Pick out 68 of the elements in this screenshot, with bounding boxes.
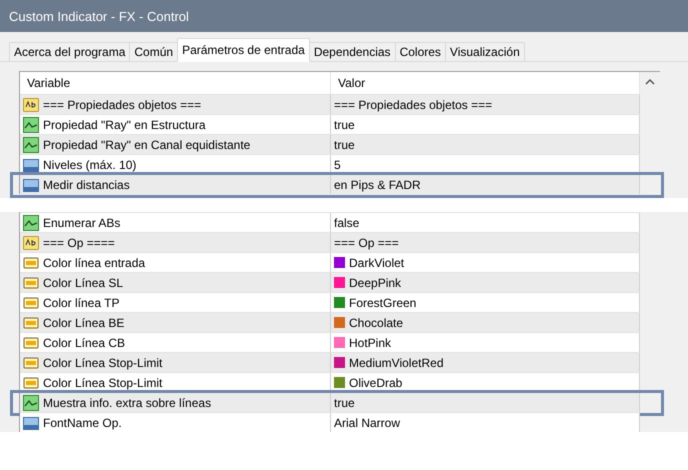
variable-name: Color Línea Stop-Limit (43, 376, 162, 390)
variable-name: Color Línea Stop-Limit (43, 356, 162, 370)
color-card-icon (23, 354, 39, 370)
value-text: === Propiedades objetos === (334, 98, 492, 112)
variable-name: Propiedad "Ray" en Canal equidistante (43, 138, 250, 152)
variable-name: Medir distancias (43, 178, 130, 192)
table-row[interactable]: Muestra info. extra sobre líneas true (20, 392, 640, 412)
variable-name: Color línea TP (43, 296, 120, 310)
value-text: false (334, 216, 360, 230)
table-row[interactable]: Enumerar ABs false (20, 212, 640, 232)
variable-name: Niveles (máx. 10) (43, 158, 136, 172)
variable-name: Color línea entrada (43, 256, 146, 270)
table-row[interactable]: Color Línea BE Chocolate (20, 312, 640, 332)
value-text: en Pips & FADR (334, 178, 421, 192)
value-text: MediumVioletRed (349, 356, 444, 370)
text-type-icon (23, 234, 39, 250)
table-row[interactable]: Propiedad "Ray" en Estructura true (20, 114, 640, 134)
number-type-icon (23, 176, 39, 192)
tab[interactable]: Acerca del programa (9, 42, 130, 62)
color-card-icon (23, 314, 39, 330)
line-chart-icon (23, 136, 39, 152)
table-row[interactable]: Color línea TP ForestGreen (20, 292, 640, 312)
value-text: DeepPink (349, 276, 402, 290)
table-row[interactable]: === Propiedades objetos === === Propiedades objetos === (20, 94, 640, 114)
value-text: Chocolate (349, 316, 404, 330)
value-text: 5 (334, 158, 341, 172)
color-card-icon (23, 254, 39, 270)
line-chart-icon (23, 214, 39, 230)
value-text: true (334, 138, 355, 152)
tab[interactable]: Visualización (444, 42, 525, 62)
line-chart-icon (23, 116, 39, 132)
variable-name: Muestra info. extra sobre líneas (43, 396, 212, 410)
table-row[interactable]: Color Línea Stop-Limit OliveDrab (20, 372, 640, 392)
variable-name: Enumerar ABs (43, 216, 120, 230)
value-text: HotPink (349, 336, 392, 350)
table-row[interactable]: Color Línea CB HotPink (20, 332, 640, 352)
value-text: OliveDrab (349, 376, 402, 390)
variable-name: Color Línea CB (43, 336, 126, 350)
table-row[interactable]: === Op ==== === Op === (20, 232, 640, 252)
table-row[interactable]: Color Línea SL DeepPink (20, 272, 640, 292)
number-type-icon (23, 156, 39, 172)
value-text: true (334, 396, 355, 410)
variable-name: Propiedad "Ray" en Estructura (43, 118, 206, 132)
text-type-icon (23, 96, 39, 112)
color-card-icon (23, 274, 39, 290)
table-row[interactable]: Color línea entrada DarkViolet (20, 252, 640, 272)
table-row[interactable]: Medir distancias en Pips & FADR (20, 174, 640, 194)
value-text: === Op === (334, 236, 399, 250)
variable-name: === Op ==== (43, 236, 115, 250)
table-row[interactable]: Color Línea Stop-Limit MediumVioletRed (20, 352, 640, 372)
variable-name: FontName Op. (43, 416, 122, 430)
value-text: DarkViolet (349, 256, 404, 270)
line-chart-icon (23, 394, 39, 410)
table-row[interactable]: Propiedad "Ray" en Canal equidistante true (20, 134, 640, 154)
table-row[interactable]: FontName Op. Arial Narrow (20, 412, 640, 432)
color-card-icon (23, 294, 39, 310)
table-row[interactable]: Niveles (máx. 10) 5 (20, 154, 640, 174)
value-text: Arial Narrow (334, 416, 400, 430)
tab[interactable]: Parámetros de entrada (177, 38, 310, 62)
value-text: true (334, 118, 355, 132)
variable-name: === Propiedades objetos === (43, 98, 202, 112)
color-card-icon (23, 374, 39, 390)
value-text: ForestGreen (349, 296, 416, 310)
variable-name: Color Línea SL (43, 276, 124, 290)
color-card-icon (23, 334, 39, 350)
window-title: Custom Indicator - FX - Control (9, 8, 189, 24)
number-type-icon (23, 414, 39, 430)
variable-name: Color Línea BE (43, 316, 124, 330)
